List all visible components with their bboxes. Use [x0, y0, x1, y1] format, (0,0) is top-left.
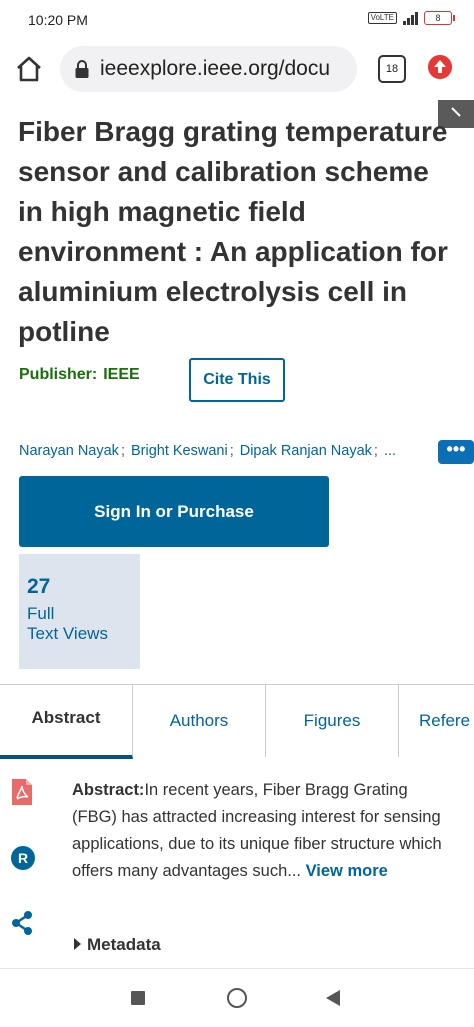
- tab-references[interactable]: Refere: [399, 685, 474, 757]
- address-bar[interactable]: ieeexplore.ieee.org/docu: [60, 46, 357, 92]
- home-nav-icon[interactable]: [227, 988, 247, 1008]
- pdf-icon[interactable]: [10, 778, 34, 806]
- publisher-name[interactable]: IEEE: [103, 366, 139, 383]
- status-bar: 10:20 PM VoLTE 8: [0, 0, 474, 40]
- author-link[interactable]: Bright Keswani: [131, 443, 228, 459]
- view-more-link[interactable]: View more: [306, 862, 388, 880]
- browser-toolbar: ieeexplore.ieee.org/docu 18: [0, 40, 474, 100]
- volte-icon: VoLTE: [367, 12, 397, 24]
- recent-apps-icon[interactable]: [131, 991, 145, 1005]
- tab-switcher-button[interactable]: 18: [378, 55, 406, 83]
- status-icons: VoLTE 8: [367, 11, 455, 25]
- document-tabs: Abstract Authors Figures Refere: [0, 684, 474, 759]
- back-icon[interactable]: [326, 990, 340, 1006]
- publisher: Publisher: IEEE: [19, 366, 140, 384]
- article-title: Fiber Bragg grating temperature sensor a…: [18, 116, 448, 347]
- publisher-label: Publisher:: [19, 366, 98, 383]
- cite-this-button[interactable]: Cite This: [189, 358, 285, 402]
- authors-ellipsis: ...: [383, 443, 397, 459]
- metric-value: 27: [27, 575, 51, 598]
- url-text: ieeexplore.ieee.org/docu: [100, 57, 330, 80]
- metric-label: Full Text Views: [27, 604, 108, 643]
- tab-figures[interactable]: Figures: [266, 685, 399, 757]
- system-nav-bar: [0, 968, 474, 1027]
- status-time: 10:20 PM: [28, 12, 88, 28]
- author-link[interactable]: Dipak Ranjan Nayak: [240, 443, 372, 459]
- metadata-toggle[interactable]: Metadata: [74, 935, 161, 955]
- full-text-views-metric: 27 Full Text Views: [19, 554, 140, 669]
- author-list: Narayan Nayak; Bright Keswani; Dipak Ranja…: [19, 443, 397, 459]
- battery-icon: 8: [424, 11, 455, 25]
- author-link[interactable]: Narayan Nayak: [19, 443, 119, 459]
- sign-in-purchase-button[interactable]: Sign In or Purchase: [19, 476, 329, 547]
- more-authors-button[interactable]: •••: [438, 440, 474, 464]
- tab-abstract[interactable]: Abstract: [0, 685, 133, 759]
- rights-icon[interactable]: R: [10, 845, 36, 871]
- home-icon[interactable]: [14, 54, 44, 84]
- caret-right-icon: [74, 938, 81, 950]
- svg-text:R: R: [18, 850, 28, 866]
- metadata-label: Metadata: [87, 935, 161, 954]
- update-icon[interactable]: [428, 55, 452, 79]
- lock-icon: [75, 60, 89, 78]
- signal-icon: [403, 11, 418, 25]
- abstract-text: Abstract:In recent years, Fiber Bragg Gr…: [72, 777, 442, 885]
- abstract-heading: Abstract:: [72, 781, 145, 799]
- share-icon[interactable]: [10, 910, 34, 936]
- tab-authors[interactable]: Authors: [133, 685, 266, 757]
